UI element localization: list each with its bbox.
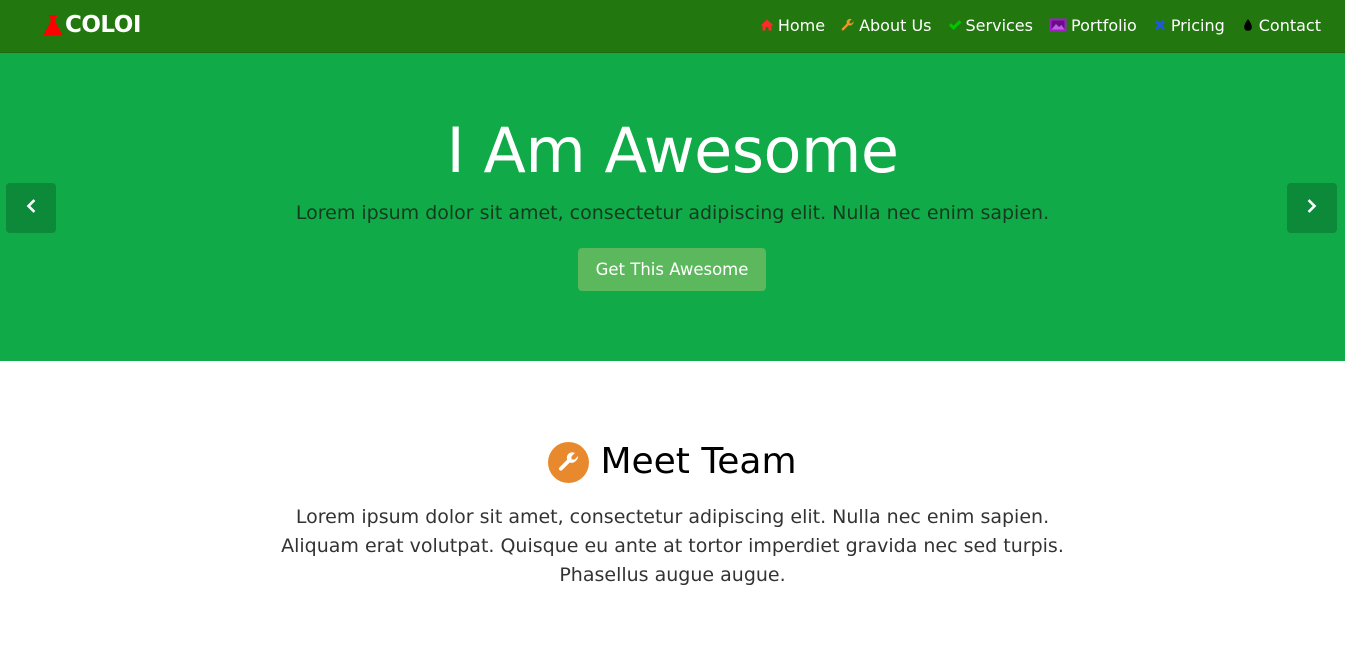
flask-icon bbox=[42, 13, 64, 37]
chevron-left-icon bbox=[25, 198, 37, 218]
hero-title: I Am Awesome bbox=[446, 114, 899, 187]
hero-subtitle: Lorem ipsum dolor sit amet, consectetur … bbox=[295, 202, 1050, 224]
nav-item-home[interactable]: Home bbox=[752, 0, 833, 50]
nav-item-services[interactable]: Services bbox=[940, 0, 1041, 50]
section-description: Lorem ipsum dolor sit amet, consectetur … bbox=[0, 503, 1345, 590]
section-heading: Meet Team bbox=[0, 440, 1345, 484]
main-nav: Home About Us Services Portfolio Pricing… bbox=[752, 0, 1329, 50]
times-icon bbox=[1153, 18, 1167, 32]
section-title: Meet Team bbox=[600, 441, 797, 482]
drop-icon bbox=[1241, 18, 1255, 32]
nav-item-label: Pricing bbox=[1170, 15, 1225, 35]
carousel-prev-button[interactable] bbox=[6, 183, 56, 233]
nav-item-portfolio[interactable]: Portfolio bbox=[1041, 0, 1145, 50]
nav-item-label: Home bbox=[777, 15, 826, 35]
get-this-awesome-button[interactable]: Get This Awesome bbox=[578, 248, 766, 291]
nav-item-label: Services bbox=[965, 15, 1033, 35]
picture-icon bbox=[1049, 18, 1067, 32]
nav-item-about-us[interactable]: About Us bbox=[833, 0, 939, 50]
section-text-line: Aliquam erat volutpat. Quisque eu ante a… bbox=[281, 535, 1064, 557]
carousel-next-button[interactable] bbox=[1287, 183, 1337, 233]
wrench-icon bbox=[548, 441, 590, 483]
hero-carousel: I Am Awesome Lorem ipsum dolor sit amet,… bbox=[0, 53, 1345, 361]
home-icon bbox=[760, 18, 774, 32]
brand-name: COLOI bbox=[65, 12, 141, 38]
section-text-line: Lorem ipsum dolor sit amet, consectetur … bbox=[295, 506, 1050, 528]
section-text-line: Phasellus augue augue. bbox=[559, 564, 786, 586]
chevron-right-icon bbox=[1306, 198, 1318, 218]
navbar: COLOI Home About Us Services Portfolio P… bbox=[0, 0, 1345, 53]
wrench-icon bbox=[841, 18, 855, 32]
nav-item-label: About Us bbox=[859, 15, 932, 35]
brand-logo[interactable]: COLOI bbox=[42, 10, 141, 40]
check-icon bbox=[948, 18, 962, 32]
nav-item-contact[interactable]: Contact bbox=[1233, 0, 1329, 50]
nav-item-label: Portfolio bbox=[1070, 15, 1137, 35]
nav-item-label: Contact bbox=[1258, 15, 1321, 35]
nav-item-pricing[interactable]: Pricing bbox=[1145, 0, 1233, 50]
